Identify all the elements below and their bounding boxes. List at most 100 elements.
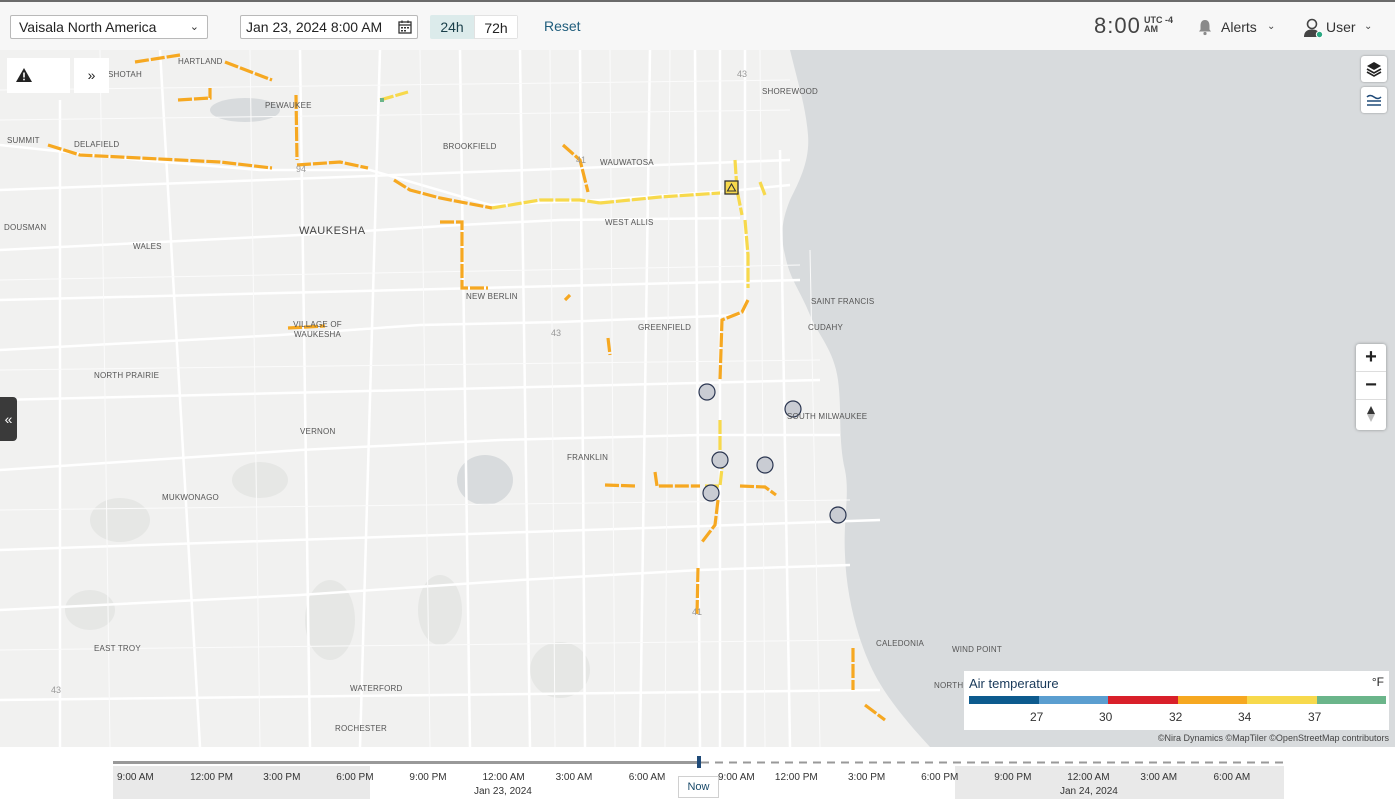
place-label: MUKWONAGO: [162, 493, 219, 502]
legend-tick: 34: [1238, 710, 1252, 724]
route-shield: 43: [551, 328, 562, 338]
place-label: DELAFIELD: [74, 140, 120, 149]
map-view[interactable]: HARTLAND SHOTAH PEWAUKEE SUMMIT DELAFIEL…: [0, 50, 1395, 747]
timeline-tick-label: 9:00 PM: [994, 772, 1032, 783]
region-select[interactable]: Vaisala North America ⌄: [10, 15, 208, 39]
place-label: NORTH PRAIRIE: [94, 371, 160, 380]
timeline-tick-label: 6:00 PM: [336, 772, 374, 783]
clock-time: 8:00: [1094, 13, 1141, 38]
place-label: WAUWATOSA: [600, 158, 654, 167]
user-icon[interactable]: [1302, 17, 1324, 39]
timeline-tick-label: 9:00 PM: [409, 772, 447, 783]
station-marker: [829, 506, 847, 524]
timeline-tick-label: 6:00 AM: [1213, 772, 1251, 783]
place-label: SOUTH MILWAUKEE: [787, 412, 868, 421]
legend-tick: 30: [1099, 710, 1113, 724]
timeline-tick-label: 6:00 PM: [921, 772, 959, 783]
route-shield: 41: [576, 155, 587, 165]
chevron-down-icon: ⌄: [189, 21, 199, 33]
chevron-down-icon: ⌄: [1364, 21, 1373, 32]
range-24h-button[interactable]: 24h: [430, 15, 474, 39]
top-bar: Vaisala North America ⌄ Jan 23, 2024 8:0…: [0, 0, 1395, 50]
place-label: CALEDONIA: [876, 639, 925, 648]
zoom-controls: + −: [1356, 344, 1386, 430]
station-marker: [702, 484, 720, 502]
date-time-input[interactable]: Jan 23, 2024 8:00 AM: [240, 15, 418, 39]
map-base: [0, 50, 1395, 747]
bell-icon[interactable]: [1196, 18, 1214, 36]
legend-tick: 27: [1030, 710, 1044, 724]
user-menu[interactable]: User: [1326, 19, 1356, 35]
timeline-tick-label: 12:00 AM: [1067, 772, 1110, 783]
timeline-tick-label: 3:00 PM: [263, 772, 301, 783]
layers-button[interactable]: [1361, 56, 1387, 82]
road-alert-marker: [724, 180, 739, 195]
legend-color-bar: [969, 696, 1386, 704]
now-button[interactable]: Now: [678, 776, 719, 798]
zoom-in-button[interactable]: +: [1356, 344, 1386, 372]
alerts-menu[interactable]: Alerts: [1221, 19, 1257, 35]
filter-button[interactable]: [1361, 87, 1387, 113]
station-marker: [698, 383, 716, 401]
reset-button[interactable]: Reset: [544, 18, 581, 34]
warning-icon: [16, 68, 32, 82]
place-label: NEW BERLIN: [466, 292, 518, 301]
place-label: WEST ALLIS: [605, 218, 654, 227]
legend-color-swatch: [1038, 696, 1108, 704]
chevron-down-icon: ⌄: [1267, 21, 1276, 32]
place-label: CUDAHY: [808, 323, 843, 332]
calendar-icon[interactable]: [398, 20, 412, 34]
alerts-panel-toggle[interactable]: [7, 58, 70, 93]
place-label: SAINT FRANCIS: [811, 297, 875, 306]
place-label: WALES: [133, 242, 162, 251]
double-chevron-right-icon: »: [87, 67, 96, 83]
place-label: WATERFORD: [350, 684, 403, 693]
timeline-tick-label: 9:00 AM: [718, 772, 755, 783]
legend-tick: 37: [1308, 710, 1322, 724]
legend-color-swatch: [1177, 696, 1247, 704]
timeline-tick-label: 3:00 AM: [555, 772, 593, 783]
expand-panel-button[interactable]: »: [74, 58, 109, 93]
zoom-out-button[interactable]: −: [1356, 372, 1386, 400]
place-label: ROCHESTER: [335, 724, 388, 733]
ampm-label: AM: [1144, 24, 1158, 34]
place-label: BROOKFIELD: [443, 142, 497, 151]
timeline-tick-label: 9:00 AM: [117, 772, 154, 783]
legend-unit: °F: [1371, 675, 1384, 689]
collapse-sidebar-button[interactable]: «: [0, 397, 17, 441]
place-label: VERNON: [300, 427, 336, 436]
region-select-value: Vaisala North America: [19, 19, 157, 35]
range-toggle: 24h 72h: [430, 15, 518, 39]
timeline-tick-label: 3:00 PM: [848, 772, 886, 783]
legend-title: Air temperature: [969, 676, 1059, 691]
legend-color-swatch: [1316, 696, 1386, 704]
place-label: GREENFIELD: [638, 323, 692, 332]
place-label: DOUSMAN: [4, 223, 47, 232]
place-label: WAUKESHA: [299, 225, 366, 237]
air-temperature-legend: Air temperature °F 27 30 32 34 37: [964, 671, 1389, 730]
legend-color-swatch: [969, 696, 1039, 704]
timeline[interactable]: 9:00 AM 12:00 PM 3:00 PM 6:00 PM 9:00 PM 12:0…: [0, 747, 1395, 799]
timeline-scrubber-handle[interactable]: [697, 756, 701, 768]
lake-michigan: [782, 50, 1395, 747]
place-label: SHOTAH: [108, 70, 142, 79]
legend-tick: 32: [1169, 710, 1183, 724]
route-shield: 43: [737, 69, 748, 79]
compass-button[interactable]: [1356, 400, 1386, 428]
place-label: WIND POINT: [952, 645, 1002, 654]
timeline-date: Jan 24, 2024: [1060, 786, 1118, 797]
range-72h-button[interactable]: 72h: [474, 15, 518, 39]
place-label: HARTLAND: [178, 57, 223, 66]
station-marker: [756, 456, 774, 474]
place-label: EAST TROY: [94, 644, 141, 653]
legend-color-swatch: [1108, 696, 1178, 704]
timeline-tick-label: 12:00 PM: [190, 772, 233, 783]
place-label: FRANKLIN: [567, 453, 609, 462]
station-marker: [711, 451, 729, 469]
place-label: SHOREWOOD: [762, 87, 819, 96]
minor-roads: [0, 50, 861, 747]
utc-offset: UTC -4 AM: [1144, 16, 1173, 34]
timeline-date: Jan 23, 2024: [474, 786, 532, 797]
double-chevron-left-icon: «: [4, 411, 13, 427]
timeline-tick-label: 3:00 AM: [1140, 772, 1178, 783]
